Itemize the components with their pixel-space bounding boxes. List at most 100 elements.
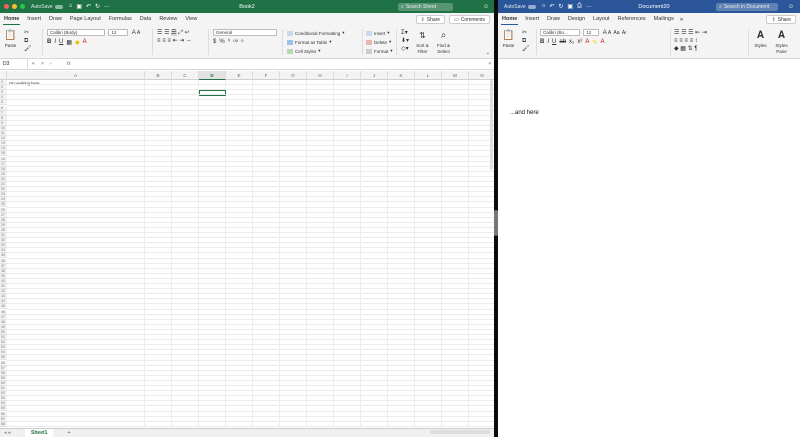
increase-font-icon[interactable]: A bbox=[603, 30, 607, 36]
clear-icon[interactable]: ◇▾ bbox=[401, 45, 409, 53]
multilevel-list-icon[interactable]: ☰ bbox=[688, 30, 693, 36]
autosave-toggle[interactable] bbox=[54, 4, 63, 9]
format-cells-button[interactable]: Format ▾ bbox=[366, 47, 393, 55]
print-icon[interactable]: ⎙ bbox=[577, 3, 582, 10]
align-right-icon[interactable]: ≡ bbox=[684, 38, 688, 44]
tab-formulas[interactable]: Formulas bbox=[105, 13, 136, 26]
tab-draw[interactable]: Draw bbox=[45, 13, 66, 26]
font-size-select[interactable]: 12 bbox=[108, 29, 129, 36]
collapse-ribbon-icon[interactable]: ⌄ bbox=[486, 50, 490, 56]
save-icon[interactable]: ▣ bbox=[76, 3, 82, 10]
orientation-icon[interactable]: ⤢ bbox=[178, 30, 183, 36]
decrease-indent-icon[interactable]: ⇤ bbox=[695, 30, 700, 36]
currency-button[interactable]: $ bbox=[213, 39, 216, 45]
decrease-font-icon[interactable]: A bbox=[608, 30, 611, 36]
tab-view[interactable]: View bbox=[181, 13, 201, 26]
numbering-icon[interactable]: ☰ bbox=[681, 30, 686, 36]
shading-icon[interactable]: ◆ bbox=[674, 46, 679, 52]
autosum-icon[interactable]: Σ▾ bbox=[401, 29, 409, 37]
tab-data[interactable]: Data bbox=[136, 13, 156, 26]
align-bottom-icon[interactable]: ☰ bbox=[171, 30, 177, 36]
sort-filter-button[interactable]: ⇅ Sort & Filter bbox=[416, 29, 429, 54]
feedback-smiley-icon[interactable]: ☺ bbox=[788, 4, 794, 10]
more-icon[interactable]: … bbox=[104, 3, 110, 10]
tab-layout[interactable]: Layout bbox=[589, 13, 614, 26]
find-select-button[interactable]: ⌕ Find & Select bbox=[437, 29, 450, 54]
conditional-formatting-button[interactable]: Conditional Formatting ▾ bbox=[287, 29, 345, 37]
redo-icon[interactable]: ↻ bbox=[558, 3, 563, 10]
cell-styles-button[interactable]: Cell Styles ▾ bbox=[287, 47, 345, 55]
paste-button[interactable]: 📋 Paste bbox=[502, 29, 515, 48]
align-middle-icon[interactable]: ☰ bbox=[164, 30, 169, 36]
italic-button[interactable]: I bbox=[547, 39, 549, 45]
vertical-scrollbar[interactable] bbox=[490, 80, 493, 170]
delete-cells-button[interactable]: Delete ▾ bbox=[366, 38, 393, 46]
sort-icon[interactable]: ⇅ bbox=[688, 46, 693, 52]
strikethrough-button[interactable]: ab bbox=[559, 39, 566, 45]
column-header-g[interactable]: G bbox=[280, 71, 307, 80]
wrap-text-icon[interactable]: ↵ bbox=[185, 30, 190, 36]
name-box-dropdown-icon[interactable]: ▾ bbox=[32, 61, 35, 67]
name-box[interactable]: D3 bbox=[0, 58, 28, 70]
align-left-icon[interactable]: ≡ bbox=[157, 38, 161, 44]
column-header-f[interactable]: F bbox=[253, 71, 280, 80]
close-window-button[interactable] bbox=[4, 4, 9, 9]
indent-icon[interactable]: ⇥ bbox=[179, 38, 184, 44]
align-right-icon[interactable]: ≡ bbox=[167, 38, 171, 44]
copy-icon[interactable]: ⧉ bbox=[24, 37, 32, 45]
superscript-icon[interactable]: x² bbox=[577, 39, 582, 45]
subscript-icon[interactable]: x₂ bbox=[569, 39, 574, 45]
align-center-icon[interactable]: ≡ bbox=[162, 38, 166, 44]
bullets-icon[interactable]: ☰ bbox=[674, 30, 679, 36]
bold-button[interactable]: B bbox=[540, 39, 544, 45]
share-button[interactable]: ⇪ Share bbox=[766, 15, 796, 24]
number-format-select[interactable]: General bbox=[213, 29, 277, 36]
sheet-nav-next-icon[interactable]: ▸ bbox=[9, 430, 12, 436]
paste-button[interactable]: 📋 Paste bbox=[4, 29, 17, 48]
column-header-a[interactable]: A bbox=[7, 71, 145, 80]
tab-home[interactable]: Home bbox=[0, 13, 23, 26]
cut-icon[interactable]: ✂ bbox=[24, 29, 32, 37]
column-header-n[interactable]: N bbox=[469, 71, 494, 80]
decrease-decimal-icon[interactable]: ⁰ bbox=[241, 39, 243, 46]
underline-button[interactable]: U bbox=[552, 39, 556, 45]
tab-insert[interactable]: Insert bbox=[23, 13, 45, 26]
align-left-icon[interactable]: ≡ bbox=[674, 38, 678, 44]
horizontal-scrollbar[interactable] bbox=[430, 430, 490, 434]
home-icon[interactable]: ⌂ bbox=[542, 3, 546, 10]
tab-mailings[interactable]: Mailings bbox=[650, 13, 678, 26]
feedback-smiley-icon[interactable]: ☺ bbox=[483, 4, 489, 10]
column-header-e[interactable]: E bbox=[226, 71, 253, 80]
increase-indent-icon[interactable]: ⇥ bbox=[702, 30, 707, 36]
comma-style-icon[interactable]: ⁹ bbox=[228, 39, 231, 45]
spreadsheet-grid[interactable]: ABCDEFGHIJKLMN 1 2 3 4 5 6 7 8 9 10 11 12 13 14 15 16 17… bbox=[0, 71, 494, 427]
align-top-icon[interactable]: ☰ bbox=[157, 30, 162, 36]
row-header[interactable]: 68 bbox=[0, 421, 7, 427]
tab-review[interactable]: Review bbox=[155, 13, 181, 26]
redo-icon[interactable]: ↻ bbox=[95, 3, 100, 10]
column-header-j[interactable]: J bbox=[361, 71, 388, 80]
font-color-icon[interactable]: A bbox=[585, 39, 589, 45]
format-painter-icon[interactable]: 🖌 bbox=[522, 45, 530, 53]
tab-draw[interactable]: Draw bbox=[543, 13, 564, 26]
percent-button[interactable]: % bbox=[219, 39, 224, 45]
increase-decimal-icon[interactable]: ⁰⁰ bbox=[233, 39, 238, 46]
home-icon[interactable]: ⌂ bbox=[69, 3, 73, 10]
autosave-toggle[interactable] bbox=[527, 4, 536, 9]
change-case-icon[interactable]: Aa bbox=[613, 30, 619, 36]
more-icon[interactable]: … bbox=[586, 3, 592, 10]
decrease-font-icon[interactable]: A bbox=[137, 30, 140, 36]
fullscreen-window-button[interactable] bbox=[20, 4, 25, 9]
cut-icon[interactable]: ✂ bbox=[522, 29, 530, 37]
merge-icon[interactable]: ⇔ bbox=[186, 38, 192, 44]
font-size-select[interactable]: 12 bbox=[583, 29, 600, 36]
expand-formula-icon[interactable]: ▾ bbox=[488, 61, 491, 67]
clear-formatting-icon[interactable]: A̷ bbox=[622, 30, 625, 36]
column-header-c[interactable]: C bbox=[172, 71, 199, 80]
minimize-window-button[interactable] bbox=[12, 4, 17, 9]
enter-icon[interactable]: ✓ bbox=[49, 61, 53, 67]
underline-button[interactable]: U bbox=[59, 39, 63, 45]
font-name-select[interactable]: Calibri (Body) bbox=[47, 29, 105, 36]
increase-font-icon[interactable]: A bbox=[132, 30, 136, 36]
bold-button[interactable]: B bbox=[47, 39, 51, 45]
